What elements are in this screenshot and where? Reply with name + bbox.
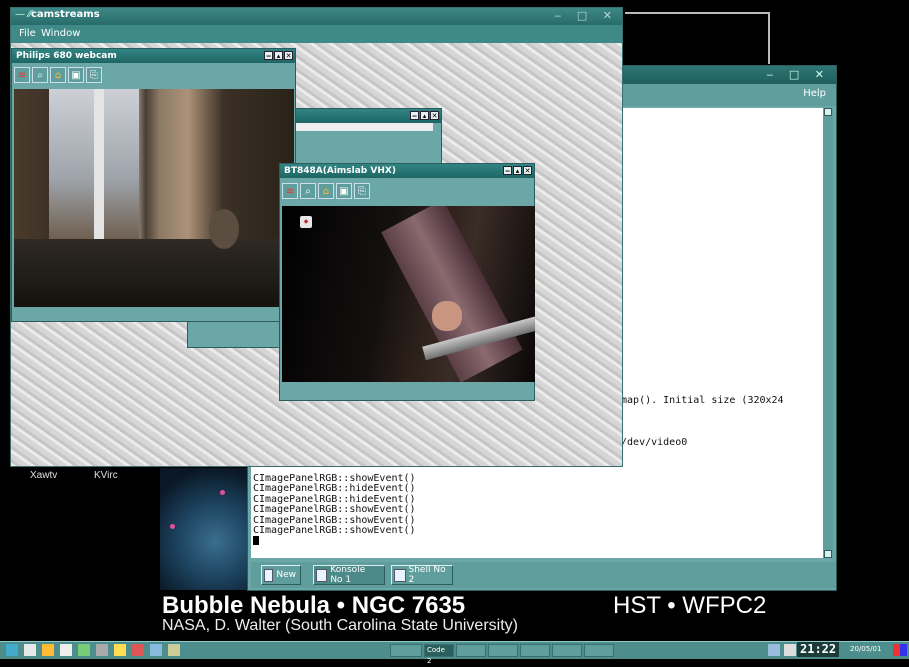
taskbar-task[interactable] <box>456 644 486 657</box>
terminal-cursor <box>253 536 259 546</box>
taskbar-task[interactable] <box>552 644 582 657</box>
new-session-icon <box>264 568 274 582</box>
desktop-frame <box>625 12 770 64</box>
scroll-down-icon[interactable] <box>824 550 832 558</box>
taskbar: Code 2 <box>0 641 909 665</box>
color-bars-icon[interactable]: ≡ <box>14 67 30 83</box>
save-icon[interactable]: ▣ <box>68 67 84 83</box>
home-icon[interactable]: ⌂ <box>50 67 66 83</box>
tab-shell-no-2[interactable]: Shell No 2 <box>391 565 453 585</box>
color-bars-icon[interactable]: ≡ <box>282 183 298 199</box>
tv-window[interactable]: BT848A(Aimslab VHX) ‒ ▴ ✕ ≡ ⌕ ⌂ ▣ ⎘ ◆ <box>279 163 535 401</box>
camstreams-window[interactable]: — ⁄⁄ camstreams ‒ □ ✕ File Window ‒ ▴ ✕ Ph… <box>10 7 623 467</box>
tab-label: Konsole No 1 <box>330 565 366 585</box>
taskbar-task[interactable] <box>584 644 614 657</box>
menu-help[interactable]: Help <box>803 88 826 99</box>
menu-file[interactable]: File <box>19 28 36 39</box>
snapshot-icon[interactable]: ⎘ <box>354 183 370 199</box>
wallpaper-instrument: HST • WFPC2 <box>613 592 767 619</box>
window-controls[interactable]: ‒ □ ✕ <box>766 68 830 81</box>
scrollbar[interactable] <box>823 108 833 558</box>
lock-icon[interactable] <box>168 644 180 656</box>
tab-label: Shell No 2 <box>408 565 446 585</box>
tab-new[interactable]: New <box>261 565 301 585</box>
window-controls[interactable]: ‒ ▴ ✕ <box>410 111 439 120</box>
date: 20/05/01 <box>850 645 882 653</box>
desktop-icon-kvirc[interactable]: KVirc <box>94 470 118 481</box>
window-controls[interactable]: ‒ ▴ ✕ <box>264 51 293 60</box>
magnifier-icon[interactable]: ⌕ <box>32 67 48 83</box>
tv-toolbar: ≡ ⌕ ⌂ ▣ ⎘ <box>282 181 370 201</box>
child-titlebar[interactable]: Philips 680 webcam ‒ ▴ ✕ <box>12 49 295 63</box>
terminal-output: CImagePanelRGB::showEvent() CImagePanelR… <box>253 473 416 547</box>
konsole-tabbar: New Konsole No 1 Shell No 2 <box>251 562 836 588</box>
tab-konsole-no-1[interactable]: Konsole No 1 <box>313 565 385 585</box>
child-window-title: Philips 680 webcam <box>16 51 117 61</box>
wallpaper-title: Bubble Nebula • NGC 7635 <box>162 592 466 619</box>
menu-window[interactable]: Window <box>41 28 80 39</box>
taskbar-task[interactable] <box>390 644 422 657</box>
snapshot-icon[interactable]: ⎘ <box>86 67 102 83</box>
camstreams-menubar: File Window <box>11 25 622 43</box>
browser-icon[interactable] <box>150 644 162 656</box>
desktop-icon[interactable] <box>78 644 90 656</box>
video-frame <box>288 123 433 131</box>
terminal-icon <box>316 568 328 582</box>
webcam-toolbar: ≡ ⌕ ⌂ ▣ ⎘ <box>14 65 102 85</box>
mail-icon[interactable] <box>114 644 126 656</box>
tab-label: New <box>276 570 296 580</box>
home-icon[interactable]: ⌂ <box>318 183 334 199</box>
taskbar-task-code-2[interactable]: Code 2 <box>424 644 454 665</box>
window-controls[interactable]: ‒ ▴ ✕ <box>503 166 532 175</box>
settings-icon[interactable] <box>96 644 108 656</box>
terminal-icon[interactable] <box>60 644 72 656</box>
magnifier-icon[interactable]: ⌕ <box>300 183 316 199</box>
wallpaper-credit: NASA, D. Walter (South Carolina State Un… <box>162 617 518 634</box>
channel-logo-icon: ◆ <box>300 216 312 228</box>
flag-icon[interactable] <box>893 644 907 656</box>
clock[interactable]: 21:22 <box>797 642 840 657</box>
webcam-window[interactable]: Philips 680 webcam ‒ ▴ ✕ ≡ ⌕ ⌂ ▣ ⎘ <box>11 48 296 322</box>
camstreams-titlebar[interactable]: — ⁄⁄ camstreams ‒ □ ✕ <box>11 8 622 25</box>
nebula-image <box>160 468 252 590</box>
terminal-icon <box>394 568 406 582</box>
taskbar-task[interactable] <box>520 644 550 657</box>
window-list-icon[interactable] <box>24 644 36 656</box>
terminal-line: :/dev/video0 <box>615 437 688 448</box>
tv-video: ◆ <box>282 206 535 382</box>
window-menu-icon[interactable]: — ⁄⁄ <box>15 9 32 20</box>
terminal-visible-text: mmap(). Initial size (320x24 :/dev/video… <box>615 366 784 478</box>
window-controls[interactable]: ‒ □ ✕ <box>554 9 618 22</box>
window-title: camstreams <box>31 9 100 20</box>
child-window-title: BT848A(Aimslab VHX) <box>284 166 396 176</box>
child-titlebar[interactable]: BT848A(Aimslab VHX) ‒ ▴ ✕ <box>280 164 534 178</box>
network-icon[interactable] <box>784 644 796 656</box>
save-icon[interactable]: ▣ <box>336 183 352 199</box>
editor-icon[interactable] <box>132 644 144 656</box>
volume-icon[interactable] <box>768 644 780 656</box>
webcam-video <box>14 89 294 307</box>
scroll-up-icon[interactable] <box>824 108 832 116</box>
terminal-line: CImagePanelRGB::showEvent() <box>253 525 416 537</box>
terminal-line: mmap(). Initial size (320x24 <box>615 395 784 406</box>
desktop-icon-xawtv[interactable]: Xawtv <box>30 470 57 481</box>
taskbar-task[interactable] <box>488 644 518 657</box>
start-menu-icon[interactable] <box>6 644 18 656</box>
home-icon[interactable] <box>42 644 54 656</box>
